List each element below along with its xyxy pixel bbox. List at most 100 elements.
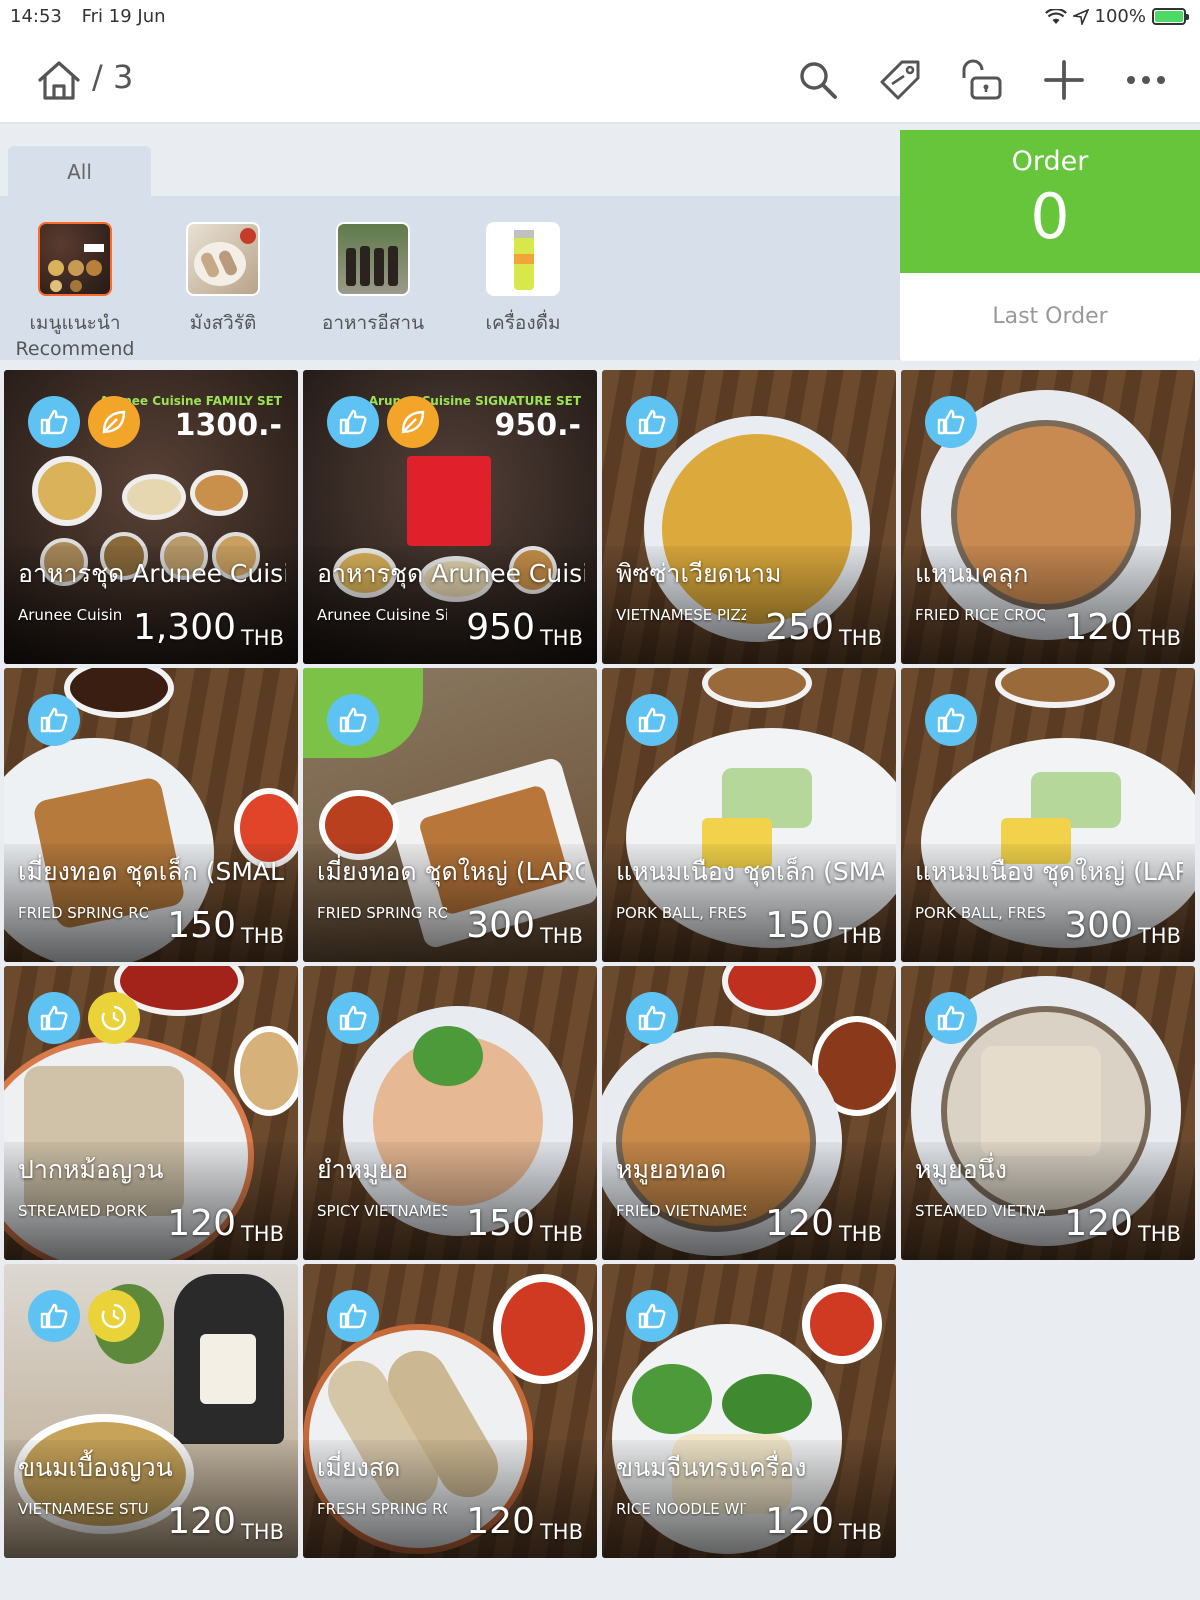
product-name: แหนมคลุก <box>915 559 1029 588</box>
tab-all[interactable]: All <box>8 146 151 198</box>
category-thumbnail <box>186 222 260 296</box>
product-name: อาหารชุด Arunee Cuisine Sig <box>317 559 585 588</box>
category-label: มังสวิรัติ <box>189 312 257 334</box>
product-name: แหนมเนือง ชุดใหญ่ (LARGE) <box>915 857 1183 886</box>
like-badge <box>925 992 977 1044</box>
product-price: 120 <box>167 1501 236 1542</box>
time-badge <box>88 1290 140 1342</box>
thumbs-up-icon <box>937 409 965 435</box>
thumbs-up-icon <box>339 409 367 435</box>
product-currency: THB <box>838 1222 882 1246</box>
like-badge <box>626 694 678 746</box>
last-order-button[interactable]: Last Order <box>900 273 1200 361</box>
like-badge <box>327 1290 379 1342</box>
product-card[interactable]: ยำหมูยอ SPICY VIETNAMES 150 THB <box>303 966 597 1260</box>
category-thumbnail <box>38 222 112 296</box>
thumbs-up-icon <box>40 707 68 733</box>
product-card[interactable]: แหนมเนือง ชุดใหญ่ (LARGE) PORK BALL, FRE… <box>901 668 1195 962</box>
product-price: 150 <box>765 905 834 946</box>
more-button[interactable] <box>1122 56 1170 104</box>
product-card[interactable]: แหนมเนือง ชุดเล็ก (SMALL) PORK BALL, FRE… <box>602 668 896 962</box>
product-price: 120 <box>1064 1203 1133 1244</box>
product-name: พิซซ่าเวียดนาม <box>616 559 782 588</box>
category-label: เมนูแนะนำ <box>29 312 121 334</box>
clock-icon <box>101 1005 126 1031</box>
category-thumbnail <box>486 222 560 296</box>
product-currency: THB <box>1137 626 1181 650</box>
product-price: 120 <box>466 1501 535 1542</box>
product-price: 150 <box>466 1203 535 1244</box>
product-price: 250 <box>765 607 834 648</box>
product-name: ขนมจีนทรงเครื่อง <box>616 1453 807 1482</box>
product-subtitle: PORK BALL, FRES <box>915 904 1045 922</box>
like-badge <box>327 396 379 448</box>
lock-icon <box>962 59 1002 100</box>
category-thumbnail <box>336 222 410 296</box>
product-currency: THB <box>240 1222 284 1246</box>
product-name: เมี่ยงทอด ชุดเล็ก (SMALL) <box>18 857 286 886</box>
like-badge <box>28 1290 80 1342</box>
home-icon[interactable] <box>36 58 82 102</box>
unlock-button[interactable] <box>958 56 1006 104</box>
discount-tag-button[interactable] <box>876 56 924 104</box>
category-label: เครื่องดื่ม <box>485 312 561 334</box>
leaf-icon <box>401 410 425 434</box>
thumbs-up-icon <box>40 409 68 435</box>
product-card[interactable]: เมี่ยงทอด ชุดเล็ก (SMALL) FRIED SPRING R… <box>4 668 298 962</box>
product-subtitle: VIETNAMESE STUI <box>18 1500 148 1518</box>
battery-percent: 100% <box>1094 6 1146 27</box>
product-name: หมูยอนึ่ง <box>915 1155 1007 1184</box>
product-card[interactable]: ปากหม้อญวน STREAMED PORK 120 THB <box>4 966 298 1260</box>
product-price: 150 <box>167 905 236 946</box>
clock-icon <box>101 1303 126 1329</box>
product-card[interactable]: Arunee Cuisine SIGNATURE SET 950.- อาหาร… <box>303 370 597 664</box>
like-badge <box>626 1290 678 1342</box>
status-date: Fri 19 Jun <box>81 6 166 27</box>
product-name: แหนมเนือง ชุดเล็ก (SMALL) <box>616 857 884 886</box>
product-price: 300 <box>1064 905 1133 946</box>
product-card[interactable]: หมูยอทอด FRIED VIETNAMES 120 THB <box>602 966 896 1260</box>
thumbs-up-icon <box>339 707 367 733</box>
search-button[interactable] <box>794 56 842 104</box>
thumbs-up-icon <box>339 1303 367 1329</box>
order-label: Order <box>1011 146 1089 177</box>
category-vegetarian[interactable]: มังสวิรัติ <box>148 222 298 336</box>
product-subtitle: FRIED RICE CROQU <box>915 606 1045 624</box>
category-recommend[interactable]: เมนูแนะนำ Recommend <box>0 222 150 362</box>
product-price: 120 <box>765 1501 834 1542</box>
product-name: ยำหมูยอ <box>317 1155 409 1184</box>
product-card[interactable]: เมี่ยงสด FRESH SPRING RO 120 THB <box>303 1264 597 1558</box>
product-card[interactable]: เมี่ยงทอด ชุดใหญ่ (LARGE) FRIED SPRING R… <box>303 668 597 962</box>
product-subtitle: FRIED SPRING RO <box>317 904 447 922</box>
category-isan-food[interactable]: อาหารอีสาน <box>298 222 448 336</box>
vegetarian-badge <box>88 396 140 448</box>
product-card[interactable]: ขนมจีนทรงเครื่อง RICE NOODLE WIT 120 THB <box>602 1264 896 1558</box>
product-currency: THB <box>539 1520 583 1544</box>
add-button[interactable] <box>1040 56 1088 104</box>
time-badge <box>88 992 140 1044</box>
product-price: 120 <box>765 1203 834 1244</box>
product-currency: THB <box>838 626 882 650</box>
product-currency: THB <box>240 924 284 948</box>
product-currency: THB <box>539 924 583 948</box>
product-price: 120 <box>1064 607 1133 648</box>
category-label: อาหารอีสาน <box>321 312 425 334</box>
product-card[interactable]: Arunee Cuisine FAMILY SET 1300.- อาหารชุ… <box>4 370 298 664</box>
product-name: เมี่ยงทอด ชุดใหญ่ (LARGE) <box>317 857 585 886</box>
product-card[interactable]: พิซซ่าเวียดนาม VIETNAMESE PIZZ 250 THB <box>602 370 896 664</box>
product-card[interactable]: แหนมคลุก FRIED RICE CROQU 120 THB <box>901 370 1195 664</box>
category-drinks[interactable]: เครื่องดื่ม <box>448 222 598 336</box>
product-name: ขนมเบื้องญวน <box>18 1453 173 1482</box>
product-subtitle: FRIED SPRING ROI <box>18 904 148 922</box>
leaf-icon <box>102 410 126 434</box>
tag-icon <box>880 60 920 100</box>
order-button[interactable]: Order 0 <box>900 130 1200 273</box>
product-card[interactable]: ขนมเบื้องญวน VIETNAMESE STUI 120 THB <box>4 1264 298 1558</box>
thumbs-up-icon <box>339 1005 367 1031</box>
product-currency: THB <box>838 924 882 948</box>
product-name: หมูยอทอด <box>616 1155 727 1184</box>
product-subtitle: STEAMED VIETNAI <box>915 1202 1045 1220</box>
battery-icon <box>1152 8 1189 25</box>
product-card[interactable]: หมูยอนึ่ง STEAMED VIETNAI 120 THB <box>901 966 1195 1260</box>
product-price: 120 <box>167 1203 236 1244</box>
